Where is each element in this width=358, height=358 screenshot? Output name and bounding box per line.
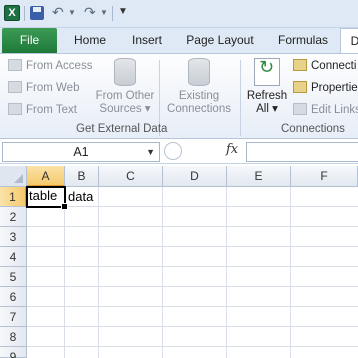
ribbon-separator <box>240 60 241 136</box>
connections-label: Connecti <box>311 60 357 72</box>
quick-access-toolbar: X ↶ ▼ ↷ ▼ ▼ <box>0 0 358 28</box>
worksheet-grid: A B C D E F 1 2 3 4 5 6 7 8 9 table data <box>0 166 358 358</box>
row-header-6[interactable]: 6 <box>0 287 27 307</box>
qat-separator <box>24 6 25 21</box>
qat-separator <box>112 6 113 21</box>
chevron-down-icon[interactable]: ▼ <box>146 143 155 161</box>
refresh-label: Refresh <box>246 90 288 102</box>
cell-b1[interactable]: data <box>66 187 126 207</box>
ribbon-tabs: File Home Insert Page Layout Formulas D <box>0 28 358 53</box>
edit-links-icon <box>293 103 307 115</box>
tab-data[interactable]: D <box>340 28 358 53</box>
from-access-button[interactable]: From Access <box>8 59 92 72</box>
gridline <box>27 346 358 347</box>
cell-a1[interactable]: table <box>26 186 68 210</box>
text-file-icon <box>8 103 22 115</box>
from-text-button[interactable]: From Text <box>8 103 77 116</box>
edit-links-button[interactable]: Edit Links <box>293 103 358 116</box>
gridline <box>98 187 99 358</box>
gridline <box>27 246 358 247</box>
column-header-c[interactable]: C <box>99 166 163 187</box>
undo-icon[interactable]: ↶ <box>52 4 64 21</box>
row-header-8[interactable]: 8 <box>0 327 27 347</box>
tab-file[interactable]: File <box>2 28 57 53</box>
row-header-1[interactable]: 1 <box>0 187 27 207</box>
tab-formulas[interactable]: Formulas <box>272 28 334 53</box>
row-header-5[interactable]: 5 <box>0 267 27 287</box>
from-other-label: From Other <box>95 90 155 102</box>
row-header-2[interactable]: 2 <box>0 207 27 227</box>
from-other-label-2: Sources ▾ <box>99 103 151 115</box>
redo-dropdown-icon[interactable]: ▼ <box>100 8 108 17</box>
tab-page-layout[interactable]: Page Layout <box>182 28 258 53</box>
refresh-label-2: All ▾ <box>256 103 278 115</box>
formula-input[interactable] <box>246 142 358 162</box>
edit-links-label: Edit Links <box>311 104 358 116</box>
from-web-button[interactable]: From Web <box>8 81 79 94</box>
row-header-4[interactable]: 4 <box>0 247 27 267</box>
gridline <box>27 266 358 267</box>
save-icon[interactable] <box>30 6 44 20</box>
existing-connections-button[interactable]: Existing Connections <box>164 58 234 116</box>
excel-app-icon[interactable]: X <box>4 5 20 21</box>
formula-bar: A1 ▼ fx <box>0 140 358 164</box>
undo-dropdown-icon[interactable]: ▼ <box>68 8 76 17</box>
formula-tools: fx <box>164 142 244 162</box>
connections-icon <box>293 59 307 71</box>
customize-qat-icon[interactable]: ▼ <box>118 6 128 17</box>
ribbon-data: From Access From Web From Text From Othe… <box>0 53 358 139</box>
existing-label-2: Connections <box>167 103 231 115</box>
select-all-button[interactable] <box>0 166 27 187</box>
redo-icon[interactable]: ↷ <box>84 4 96 21</box>
gridline <box>27 326 358 327</box>
column-header-e[interactable]: E <box>227 166 291 187</box>
from-other-sources-button[interactable]: From Other Sources ▾ <box>94 58 156 116</box>
refresh-all-button[interactable]: Refresh All ▾ <box>244 58 290 116</box>
column-header-f[interactable]: F <box>291 166 358 187</box>
database-icon <box>188 58 210 86</box>
tab-home[interactable]: Home <box>68 28 112 53</box>
from-access-label: From Access <box>26 60 93 72</box>
column-header-b[interactable]: B <box>65 166 99 187</box>
cancel-circle-icon <box>164 142 182 160</box>
row-header-9[interactable]: 9 <box>0 347 27 358</box>
existing-label: Existing <box>178 90 220 102</box>
group-label-connections: Connections <box>281 123 345 135</box>
row-header-7[interactable]: 7 <box>0 307 27 327</box>
properties-label: Propertie <box>311 82 358 94</box>
gridline <box>27 306 358 307</box>
column-header-d[interactable]: D <box>163 166 227 187</box>
properties-icon <box>293 81 307 93</box>
tab-insert[interactable]: Insert <box>124 28 170 53</box>
gridline <box>290 187 291 358</box>
properties-button[interactable]: Propertie <box>293 81 358 94</box>
group-label-get-external-data: Get External Data <box>76 123 168 135</box>
gridline <box>64 187 65 358</box>
access-icon <box>8 59 22 71</box>
row-header-3[interactable]: 3 <box>0 227 27 247</box>
column-header-a[interactable]: A <box>27 166 65 187</box>
connections-button[interactable]: Connecti <box>293 59 356 72</box>
gridline <box>27 226 358 227</box>
database-icon <box>114 58 136 86</box>
gridline <box>162 187 163 358</box>
name-box-value: A1 <box>73 145 89 159</box>
name-box[interactable]: A1 ▼ <box>2 142 160 162</box>
gridline <box>27 286 358 287</box>
web-icon <box>8 81 22 93</box>
from-web-label: From Web <box>26 82 80 94</box>
refresh-icon <box>254 58 280 86</box>
gridline <box>226 187 227 358</box>
insert-function-icon[interactable]: fx <box>226 142 238 157</box>
from-text-label: From Text <box>26 104 77 116</box>
